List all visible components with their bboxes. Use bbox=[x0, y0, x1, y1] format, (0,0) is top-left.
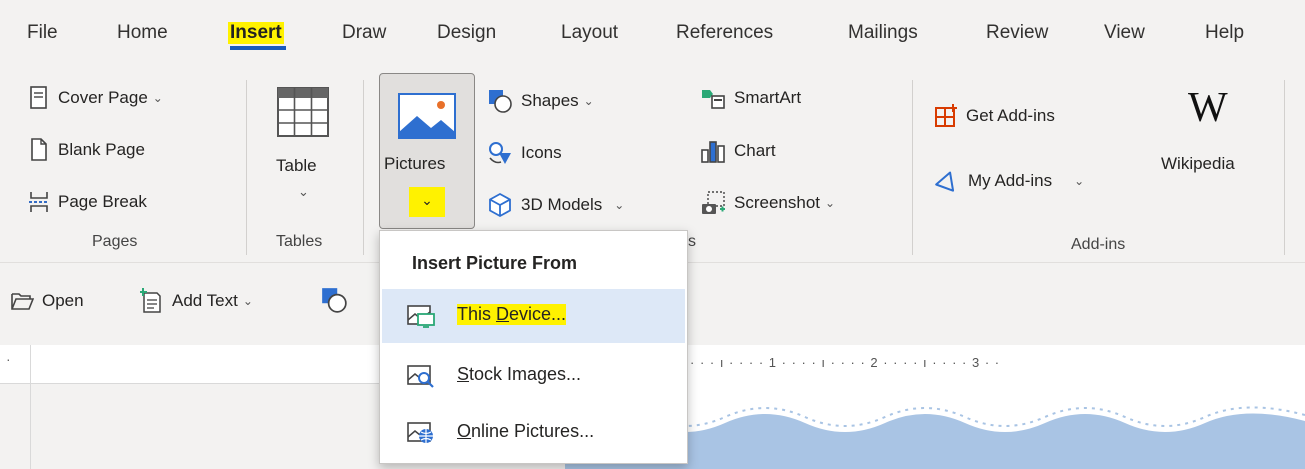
my-add-ins-label: My Add-ins bbox=[968, 171, 1053, 190]
device-picture-icon bbox=[407, 305, 435, 328]
menu-item-label: This Device... bbox=[457, 304, 567, 325]
pictures-dropdown-chevron[interactable]: ⌄ bbox=[409, 187, 445, 217]
picture-icon bbox=[398, 93, 456, 139]
group-divider bbox=[1284, 80, 1285, 255]
open-label: Open bbox=[42, 291, 84, 310]
group-divider bbox=[363, 80, 364, 255]
group-label-pages: Pages bbox=[92, 233, 138, 250]
open-button[interactable]: Open bbox=[10, 290, 84, 312]
get-add-ins-button[interactable]: Get Add-ins bbox=[934, 104, 1055, 128]
shapes-quick-button[interactable] bbox=[320, 286, 348, 319]
group-label-tables: Tables bbox=[276, 233, 323, 250]
menu-item-label: Stock Images... bbox=[457, 364, 582, 384]
3d-models-icon bbox=[489, 192, 511, 218]
active-tab-indicator bbox=[230, 46, 286, 50]
chevron-down-icon: ⌄ bbox=[583, 94, 594, 108]
icons-button[interactable]: Icons bbox=[487, 140, 562, 166]
tab-references[interactable]: References bbox=[676, 22, 773, 44]
chevron-down-icon: ⌄ bbox=[614, 198, 625, 212]
group-divider bbox=[246, 80, 247, 255]
tab-review[interactable]: Review bbox=[986, 22, 1048, 44]
smartart-label: SmartArt bbox=[734, 88, 802, 107]
menu-item-stock-images[interactable]: Stock Images... bbox=[382, 349, 685, 403]
group-divider bbox=[912, 80, 913, 255]
tab-draw[interactable]: Draw bbox=[342, 22, 386, 44]
chart-button[interactable]: Chart bbox=[700, 138, 776, 164]
blank-page-button[interactable]: Blank Page bbox=[28, 138, 145, 162]
insert-picture-menu: Insert Picture From This Device... Stock… bbox=[379, 230, 688, 464]
tab-insert[interactable]: Insert bbox=[228, 22, 284, 44]
chevron-down-icon: ⌄ bbox=[152, 91, 163, 105]
chevron-down-icon: ⌄ bbox=[421, 192, 433, 208]
chart-icon bbox=[701, 141, 725, 163]
wikipedia-logo-icon: W bbox=[1188, 85, 1228, 131]
menu-item-online-pictures[interactable]: Online Pictures... bbox=[382, 406, 685, 460]
cover-page-button[interactable]: Cover Page ⌄ bbox=[28, 86, 163, 110]
online-pictures-icon bbox=[407, 422, 433, 443]
ruler-divider bbox=[30, 383, 31, 469]
add-text-icon bbox=[140, 288, 161, 313]
get-add-ins-label: Get Add-ins bbox=[966, 106, 1055, 125]
add-ins-icon bbox=[935, 171, 955, 192]
tab-file[interactable]: File bbox=[27, 22, 58, 44]
ruler-ticks: · · · ı · · · · 1 · · · · ı · · · · 2 · … bbox=[690, 355, 1001, 370]
table-icon bbox=[277, 87, 329, 137]
blank-page-icon bbox=[31, 138, 47, 161]
icons-icon bbox=[489, 142, 511, 164]
chart-label: Chart bbox=[734, 141, 776, 160]
chevron-down-icon: ⌄ bbox=[242, 294, 253, 308]
pictures-button[interactable]: Pictures ⌄ bbox=[379, 73, 475, 229]
table-button[interactable]: Table ⌄ bbox=[268, 80, 340, 230]
shapes-icon bbox=[489, 90, 512, 113]
3d-models-label: 3D Models bbox=[521, 195, 603, 214]
shapes-icon bbox=[322, 288, 347, 313]
smartart-icon bbox=[702, 90, 725, 109]
screenshot-label: Screenshot bbox=[734, 193, 820, 212]
page-break-label: Page Break bbox=[58, 192, 147, 211]
wikipedia-button[interactable]: W Wikipedia bbox=[1156, 84, 1271, 214]
cover-page-icon bbox=[30, 86, 47, 109]
ruler-divider bbox=[30, 345, 31, 383]
screenshot-button[interactable]: Screenshot ⌄ bbox=[700, 190, 835, 216]
page-break-button[interactable]: Page Break bbox=[28, 190, 147, 214]
menu-item-this-device[interactable]: This Device... bbox=[382, 289, 685, 343]
screenshot-icon bbox=[702, 191, 725, 214]
tab-home[interactable]: Home bbox=[117, 22, 168, 44]
add-text-label: Add Text bbox=[172, 291, 238, 310]
stock-images-icon bbox=[407, 365, 434, 388]
add-text-button[interactable]: Add Text ⌄ bbox=[140, 288, 253, 314]
cover-page-label: Cover Page bbox=[58, 88, 148, 107]
chevron-down-icon: ⌄ bbox=[1074, 174, 1085, 188]
smartart-button[interactable]: SmartArt bbox=[700, 86, 801, 110]
chevron-down-icon: ⌄ bbox=[825, 196, 836, 210]
ribbon-tabs: File Home Insert Draw Design Layout Refe… bbox=[0, 0, 1305, 66]
tab-layout[interactable]: Layout bbox=[561, 22, 618, 44]
group-label-illustrations: s bbox=[688, 233, 696, 250]
menu-header: Insert Picture From bbox=[412, 253, 578, 273]
icons-label: Icons bbox=[521, 143, 562, 162]
tab-view[interactable]: View bbox=[1104, 22, 1145, 44]
ruler-dot: · bbox=[6, 351, 11, 367]
chevron-down-icon: ⌄ bbox=[298, 184, 309, 199]
store-icon bbox=[935, 104, 957, 127]
shapes-label: Shapes bbox=[521, 91, 579, 110]
menu-item-label: Online Pictures... bbox=[457, 421, 595, 441]
tab-mailings[interactable]: Mailings bbox=[848, 22, 918, 44]
wikipedia-label: Wikipedia bbox=[1161, 154, 1235, 173]
tab-help[interactable]: Help bbox=[1205, 22, 1244, 44]
blank-page-label: Blank Page bbox=[58, 140, 145, 159]
my-add-ins-button[interactable]: My Add-ins ⌄ bbox=[934, 168, 1084, 194]
3d-models-button[interactable]: 3D Models ⌄ bbox=[487, 192, 624, 218]
folder-open-icon bbox=[11, 293, 34, 310]
table-label: Table bbox=[276, 156, 317, 175]
page-break-icon bbox=[29, 192, 49, 212]
tab-design[interactable]: Design bbox=[437, 22, 496, 44]
group-label-add-ins: Add-ins bbox=[1071, 236, 1126, 253]
pictures-label: Pictures bbox=[384, 154, 446, 173]
shapes-button[interactable]: Shapes ⌄ bbox=[487, 88, 594, 114]
